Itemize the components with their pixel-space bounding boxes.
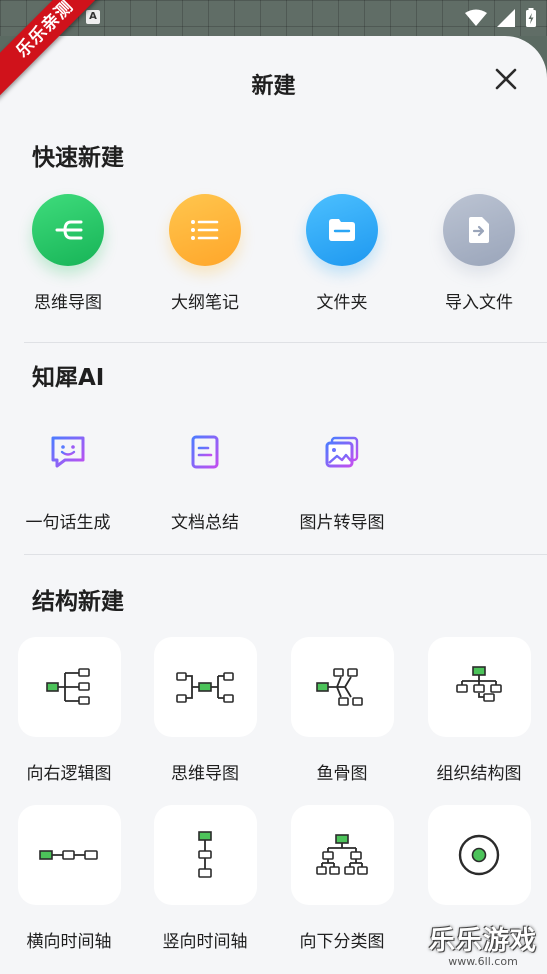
struct-vertical-timeline[interactable]: 竖向时间轴 bbox=[142, 805, 268, 952]
ai-doc-summary-label: 文档总结 bbox=[171, 513, 239, 533]
down-classification-icon bbox=[316, 834, 368, 875]
vertical-timeline-icon bbox=[198, 831, 212, 878]
org-chart-icon bbox=[456, 666, 502, 702]
horizontal-timeline-icon bbox=[39, 850, 98, 860]
ai-section-title: 知犀AI bbox=[32, 365, 105, 391]
mindmap-structure-icon bbox=[176, 672, 234, 703]
quick-outline-label: 大纲笔记 bbox=[171, 293, 239, 313]
ai-image-to-map-icon-wrap bbox=[322, 432, 362, 472]
struct-mindmap[interactable]: 思维导图 bbox=[142, 637, 268, 784]
struct-right-logic[interactable]: 向右逻辑图 bbox=[6, 637, 132, 784]
outline-list-icon bbox=[191, 220, 219, 240]
quick-mindmap-circle bbox=[32, 194, 104, 266]
struct-mindmap-card bbox=[153, 637, 257, 737]
quick-section-title: 快速新建 bbox=[32, 145, 124, 171]
sheet-title: 新建 bbox=[251, 74, 296, 99]
quick-folder-label: 文件夹 bbox=[316, 293, 368, 313]
struct-horizontal-timeline-card bbox=[17, 805, 121, 905]
import-file-icon bbox=[469, 217, 489, 243]
close-button[interactable] bbox=[493, 66, 519, 92]
struct-horizontal-timeline[interactable]: 横向时间轴 bbox=[6, 805, 132, 952]
ai-doc-summary-icon-wrap bbox=[185, 432, 225, 472]
new-sheet: 新建 快速新建 思维导图 大纲笔记 文件夹 导入文件 知犀AI 一句话生成 文档… bbox=[0, 36, 547, 974]
right-logic-icon bbox=[46, 668, 90, 705]
image-icon bbox=[325, 436, 359, 468]
ai-one-sentence-label: 一句话生成 bbox=[25, 513, 111, 533]
watermark: 乐乐游戏 www.6ll.com bbox=[423, 920, 543, 968]
struct-org-chart[interactable]: 组织结构图 bbox=[416, 637, 542, 784]
struct-vertical-timeline-label: 竖向时间轴 bbox=[162, 932, 248, 952]
quick-import-label: 导入文件 bbox=[445, 293, 513, 313]
ai-doc-summary[interactable]: 文档总结 bbox=[137, 432, 273, 533]
struct-circle-card bbox=[427, 805, 531, 905]
divider bbox=[24, 554, 547, 555]
close-icon bbox=[495, 68, 517, 90]
struct-fishbone-card bbox=[290, 637, 394, 737]
watermark-text: 乐乐游戏 bbox=[428, 926, 537, 956]
ai-image-to-map-label: 图片转导图 bbox=[299, 513, 385, 533]
quick-mindmap-label: 思维导图 bbox=[34, 293, 102, 313]
quick-import-circle bbox=[443, 194, 515, 266]
struct-horizontal-timeline-label: 横向时间轴 bbox=[26, 932, 112, 952]
mindmap-icon bbox=[55, 220, 83, 240]
struct-fishbone[interactable]: 鱼骨图 bbox=[279, 637, 405, 784]
divider bbox=[24, 342, 547, 343]
notification-icon: A bbox=[86, 10, 100, 24]
chat-smile-icon bbox=[51, 436, 85, 468]
struct-right-logic-label: 向右逻辑图 bbox=[26, 764, 112, 784]
document-icon bbox=[191, 435, 219, 469]
struct-mindmap-label: 思维导图 bbox=[171, 764, 239, 784]
structure-section-title: 结构新建 bbox=[32, 589, 124, 615]
circle-target-icon bbox=[458, 834, 500, 876]
quick-folder-circle bbox=[306, 194, 378, 266]
ai-one-sentence-icon-wrap bbox=[48, 432, 88, 472]
ai-image-to-map[interactable]: 图片转导图 bbox=[274, 432, 410, 533]
wifi-icon bbox=[465, 9, 487, 26]
struct-fishbone-label: 鱼骨图 bbox=[316, 764, 368, 784]
quick-outline-circle bbox=[169, 194, 241, 266]
status-icons bbox=[465, 8, 537, 28]
quick-create-row: 思维导图 大纲笔记 文件夹 导入文件 bbox=[0, 194, 547, 324]
struct-vertical-timeline-card bbox=[153, 805, 257, 905]
struct-org-chart-card bbox=[427, 637, 531, 737]
fishbone-icon bbox=[316, 668, 363, 706]
struct-down-classification[interactable]: 向下分类图 bbox=[279, 805, 405, 952]
quick-folder[interactable]: 文件夹 bbox=[274, 194, 410, 313]
struct-down-classification-label: 向下分类图 bbox=[299, 932, 385, 952]
quick-outline[interactable]: 大纲笔记 bbox=[137, 194, 273, 313]
signal-icon bbox=[497, 9, 515, 27]
quick-import[interactable]: 导入文件 bbox=[411, 194, 547, 313]
struct-right-logic-card bbox=[17, 637, 121, 737]
struct-circle[interactable] bbox=[416, 805, 542, 927]
ai-one-sentence[interactable]: 一句话生成 bbox=[0, 432, 136, 533]
struct-down-classification-card bbox=[290, 805, 394, 905]
battery-icon bbox=[526, 8, 536, 27]
struct-org-chart-label: 组织结构图 bbox=[436, 764, 522, 784]
folder-icon bbox=[329, 219, 355, 241]
quick-mindmap[interactable]: 思维导图 bbox=[0, 194, 136, 313]
